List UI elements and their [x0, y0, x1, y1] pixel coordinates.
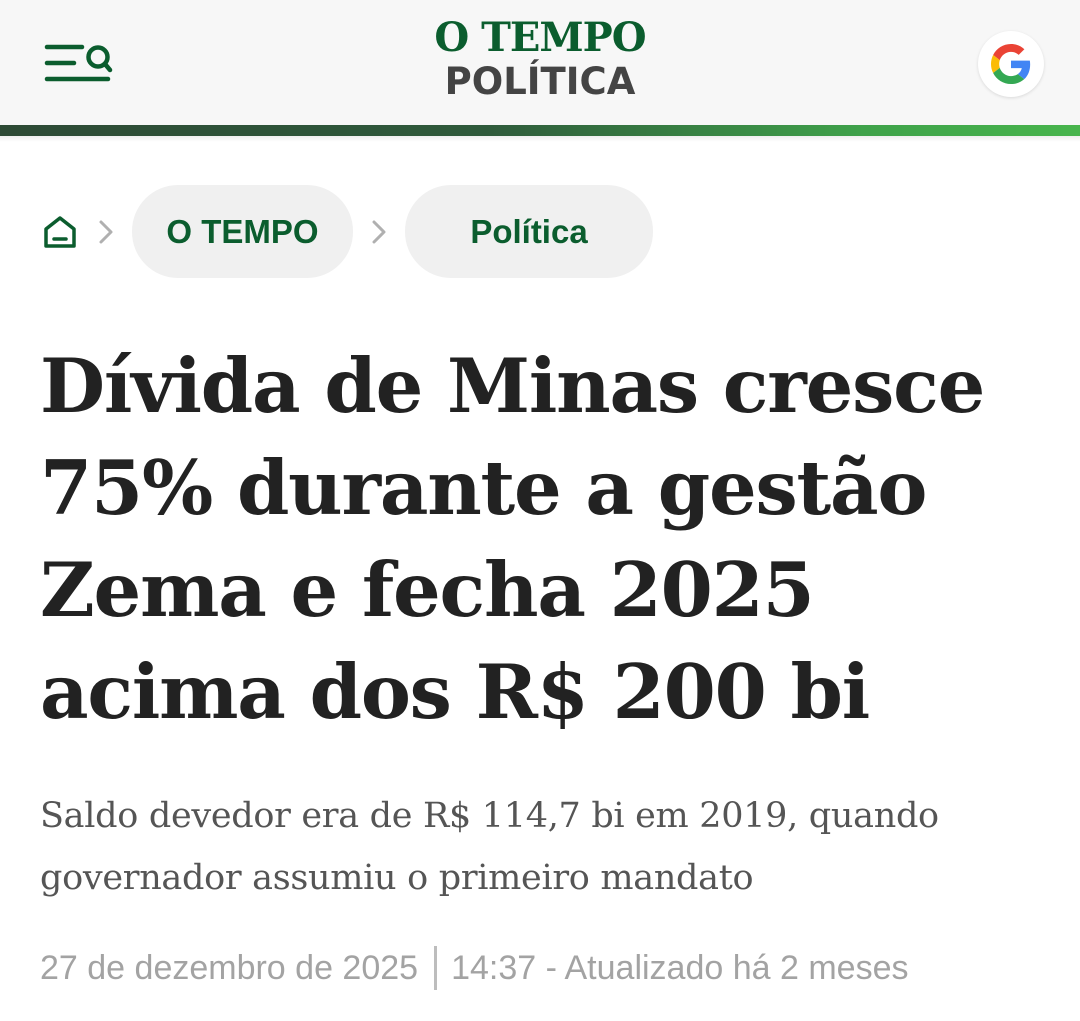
publish-date: 27 de dezembro de 2025: [40, 948, 419, 987]
site-header: O TEMPO POLÍTICA: [0, 0, 1080, 125]
article-headline: Dívida de Minas cresce 75% durante a ges…: [40, 342, 985, 736]
google-button[interactable]: [978, 31, 1044, 97]
header-shadow: [0, 136, 1080, 142]
breadcrumb: O TEMPO Política: [40, 185, 653, 278]
meta-divider: [434, 946, 438, 990]
publish-time-updated: 14:37 - Atualizado há 2 meses: [451, 948, 909, 987]
article-meta: 27 de dezembro de 2025 14:37 - Atualizad…: [40, 944, 908, 992]
breadcrumb-item-politica[interactable]: Política: [405, 185, 653, 278]
home-icon: [44, 215, 76, 248]
google-icon: [991, 44, 1031, 84]
site-logo[interactable]: O TEMPO POLÍTICA: [0, 16, 1080, 104]
brand-name: O TEMPO: [434, 14, 646, 61]
breadcrumb-item-otempo[interactable]: O TEMPO: [132, 185, 353, 278]
article-subtitle: Saldo devedor era de R$ 114,7 bi em 2019…: [40, 796, 939, 898]
breadcrumb-separator: [353, 212, 405, 252]
breadcrumb-home[interactable]: [40, 212, 80, 252]
section-title: POLÍTICA: [444, 60, 636, 103]
breadcrumb-separator: [80, 212, 132, 252]
chevron-right-icon: [372, 220, 386, 243]
chevron-right-icon: [99, 220, 113, 243]
header-accent-bar: [0, 125, 1080, 136]
